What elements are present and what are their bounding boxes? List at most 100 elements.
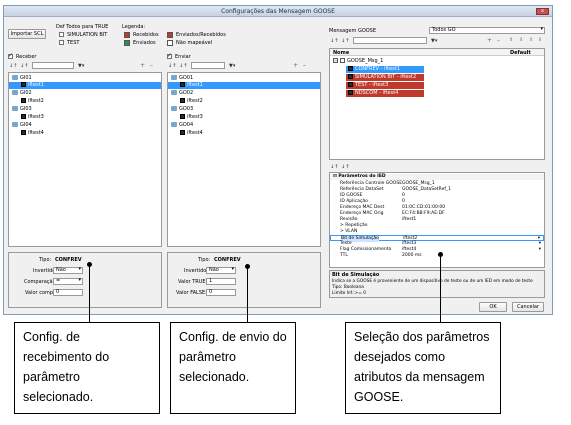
goose-filter-input[interactable] — [353, 37, 427, 44]
goose-message-label: Mensagem GOOSE — [329, 28, 377, 34]
remove-icon[interactable]: – — [150, 62, 153, 69]
receive-filter-input[interactable] — [32, 62, 74, 69]
send-true-input[interactable]: 1 — [206, 278, 236, 285]
def-true-title: Def Todos para TRUE — [56, 24, 109, 30]
goose-root[interactable]: − GOOSE_Msg_1 — [333, 58, 383, 65]
callout-send: Config. de envio do parâmetro selecionad… — [170, 322, 296, 414]
tree-item[interactable]: iftest4 — [180, 130, 203, 137]
props-section-header[interactable]: ⊟ Parâmetros do IED — [330, 174, 544, 180]
tree-item-selected[interactable]: iftest1 — [9, 82, 161, 89]
cancel-button[interactable]: Cancelar — [512, 302, 544, 312]
sort-desc-icon[interactable]: ↓↑ — [179, 63, 187, 69]
tree-item[interactable]: iftest4 — [21, 130, 44, 137]
filter-icon[interactable]: ▼▾ — [78, 63, 84, 69]
sort-icon[interactable]: ↓↑ — [9, 63, 17, 69]
add-icon[interactable]: + — [487, 37, 492, 44]
callout-dot-right — [438, 252, 443, 257]
receive-label: Receber — [16, 54, 37, 60]
goose-child-selected[interactable]: CONFREV - iftest1 — [346, 66, 424, 73]
remove-icon[interactable]: – — [497, 37, 500, 44]
receive-checkbox[interactable] — [8, 52, 13, 59]
callout-line-middle — [247, 266, 248, 322]
send-invertido-select[interactable]: Não — [206, 267, 236, 274]
sort-desc-icon[interactable]: ↓↑ — [341, 38, 349, 44]
move-bottom-icon[interactable]: ⬇ — [538, 37, 542, 43]
legend-sent-received-label: Enviados/Recebidos — [176, 32, 226, 38]
callout-dot-left — [87, 262, 92, 267]
send-invertido-label: Invertido: — [184, 268, 209, 274]
import-scl-button[interactable]: Importar SCL — [8, 29, 46, 39]
receive-invertido-select[interactable]: Não — [53, 267, 83, 274]
tree-group[interactable]: GO03 — [171, 106, 193, 113]
add-icon[interactable]: + — [140, 62, 145, 69]
legend-sent-label: Enviados — [133, 40, 156, 46]
send-toolbar: ↓↑ ↓↑ ▼▾ + – — [167, 62, 321, 71]
tree-group[interactable]: GI01 — [12, 75, 32, 82]
filter-icon[interactable]: ▼▾ — [229, 63, 235, 69]
tree-group[interactable]: GI02 — [12, 90, 32, 97]
legend-not-mapped-swatch — [167, 40, 173, 46]
window-title: Configurações das Mensagem GOOSE — [221, 8, 335, 15]
tree-item-selected[interactable]: iftest1 — [168, 82, 320, 89]
callout-receive: Config. de recebimento do parâmetro sele… — [14, 322, 160, 414]
sort-desc-icon[interactable]: ↓↑ — [341, 164, 349, 170]
tree-group[interactable]: GI04 — [12, 122, 32, 129]
receive-valor-comp-label: Valor comp.: — [25, 290, 57, 296]
send-label: Enviar — [175, 54, 191, 60]
receive-valor-comp-input[interactable]: 0 — [53, 289, 83, 296]
test-label: TEST — [67, 40, 80, 46]
add-icon[interactable]: + — [293, 62, 298, 69]
tree-item[interactable]: iftest3 — [180, 114, 203, 121]
move-up-icon[interactable]: ⬆ — [509, 37, 513, 43]
send-checkbox[interactable] — [167, 52, 172, 59]
receive-comparacao-select[interactable]: = — [53, 278, 83, 285]
ok-button[interactable]: OK — [479, 302, 507, 312]
simulation-bit-checkbox[interactable] — [59, 32, 64, 37]
send-filter-input[interactable] — [191, 62, 225, 69]
receive-tree: GI01 iftest1 GI02 iftest2 GI03 iftest3 G… — [8, 72, 162, 247]
send-false-label: Valor FALSE: — [176, 290, 207, 296]
legend-not-mapped-label: Não mapeável — [176, 40, 213, 46]
close-button[interactable]: x — [536, 8, 549, 15]
tree-item[interactable]: iftest2 — [21, 98, 44, 105]
move-top-icon[interactable]: ⬆ — [529, 37, 533, 43]
filter-icon[interactable]: ▼▾ — [431, 38, 437, 44]
prop-row[interactable]: TTL 2000 ms — [330, 253, 544, 259]
sort-icon[interactable]: ↓↑ — [330, 38, 338, 44]
send-tipo-value: CONFREV — [214, 257, 241, 263]
send-tree: GO01 iftest1 GO02 iftest2 GO03 iftest3 G… — [167, 72, 321, 247]
tree-group[interactable]: GO01 — [171, 75, 193, 82]
send-false-input[interactable]: 0 — [206, 289, 236, 296]
goose-child[interactable]: TEST - iftest3 — [346, 82, 424, 89]
tree-group[interactable]: GO02 — [171, 90, 193, 97]
tree-group[interactable]: GI03 — [12, 106, 32, 113]
send-config-panel: Tipo: CONFREV Invertido: Não Valor TRUE:… — [167, 252, 321, 308]
properties-grid: ⊟ Parâmetros do IED Referência Controle … — [329, 172, 545, 268]
sort-icon[interactable]: ↓↑ — [330, 164, 338, 170]
description-panel: Bit de Simulação Indica se a GOOSE é pro… — [329, 270, 545, 298]
callout-dot-middle — [245, 264, 250, 269]
callout-line-left — [89, 264, 90, 322]
description-type: Tipo: Booleana — [332, 285, 364, 290]
receive-config-panel: Tipo: CONFREV Invertido: Não Comparação:… — [8, 252, 162, 308]
legend-sent-received-swatch — [167, 32, 173, 38]
send-true-label: Valor TRUE: — [178, 279, 208, 285]
send-tipo-label: Tipo: — [198, 257, 211, 263]
col-default-header[interactable]: Default — [510, 50, 531, 56]
goose-tree-header: Nome Default — [330, 49, 544, 56]
tree-group[interactable]: GO04 — [171, 122, 193, 129]
tree-item[interactable]: iftest2 — [180, 98, 203, 105]
sort-desc-icon[interactable]: ↓↑ — [20, 63, 28, 69]
col-name-header[interactable]: Nome — [333, 50, 349, 56]
goose-child[interactable]: NDSCOM - iftest4 — [346, 90, 424, 97]
remove-icon[interactable]: – — [303, 62, 306, 69]
tree-item[interactable]: iftest3 — [21, 114, 44, 121]
legend-received-label: Recebidos — [133, 32, 159, 38]
goose-filter-select[interactable]: Todos GO — [429, 27, 545, 34]
description-title: Bit de Simulação — [332, 272, 380, 278]
goose-child[interactable]: SIMULATION BIT - iftest2 — [346, 74, 424, 81]
sort-icon[interactable]: ↓↑ — [168, 63, 176, 69]
callout-goose-params: Seleção dos parâmetros desejados como at… — [345, 322, 501, 414]
test-checkbox[interactable] — [59, 40, 64, 45]
move-down-icon[interactable]: ⬇ — [519, 37, 523, 43]
